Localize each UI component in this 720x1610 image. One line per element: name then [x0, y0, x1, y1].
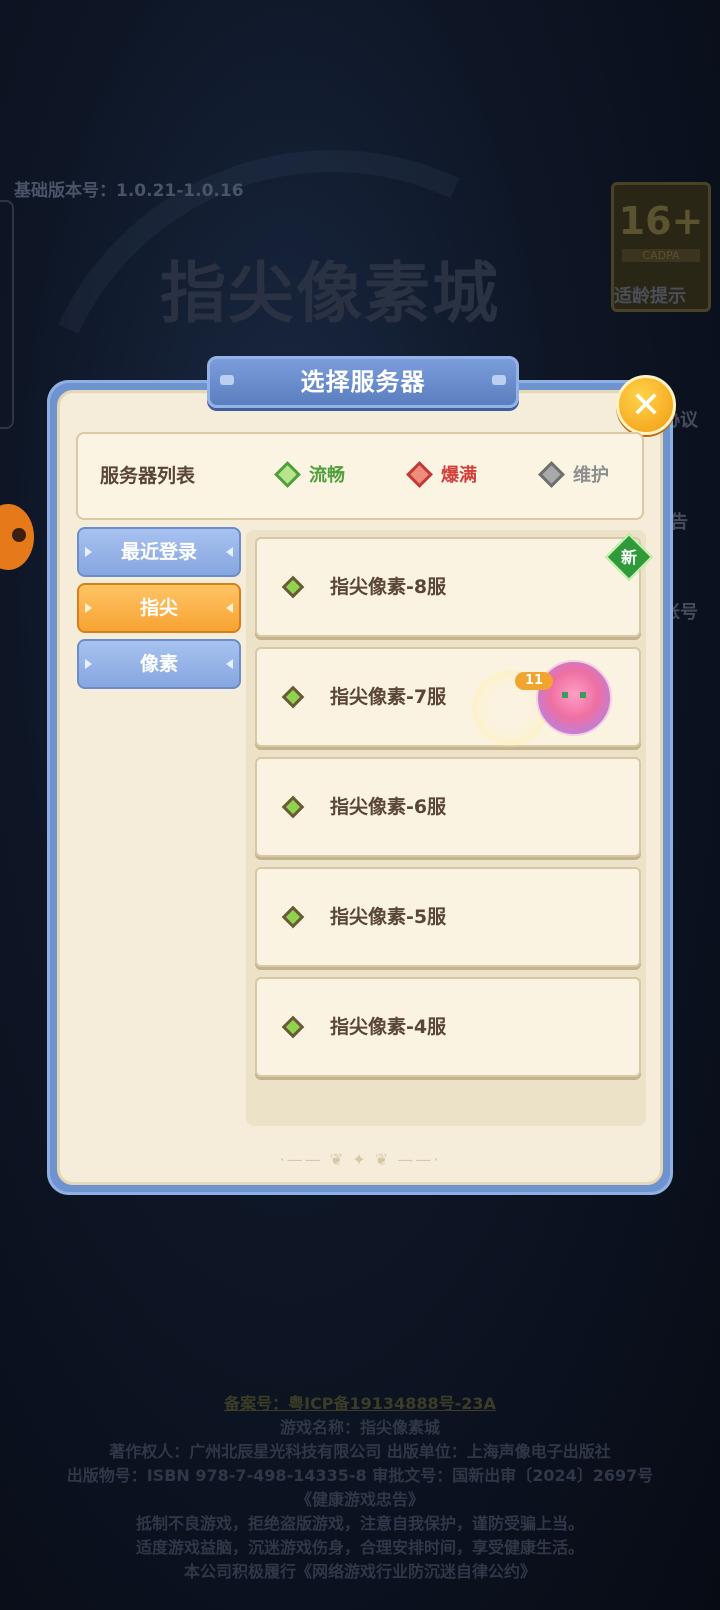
tab-arrow-right-icon: [226, 659, 233, 669]
server-item[interactable]: 指尖像素-4服: [255, 977, 641, 1077]
status-smooth-icon: [281, 685, 305, 709]
footer-icp[interactable]: 备案号：粤ICP备19134888号-23A: [0, 1392, 720, 1416]
dialog-title: 选择服务器: [300, 368, 426, 396]
footer-line: 著作权人：广州北辰星光科技有限公司 出版单位：上海声像电子出版社: [109, 1442, 611, 1461]
footer-line: 游戏名称：指尖像素城: [279, 1418, 440, 1437]
server-name: 指尖像素-4服: [330, 1016, 447, 1038]
tab-arrow-right-icon: [226, 603, 233, 613]
server-item[interactable]: 指尖像素-8服: [255, 537, 641, 637]
status-smooth-icon: [281, 575, 305, 599]
footer-line: 抵制不良游戏，拒绝盗版游戏，注意自我保护，谨防受骗上当。: [135, 1514, 584, 1533]
tab-label: 指尖: [139, 597, 178, 619]
dialog-title-banner: 选择服务器: [207, 356, 519, 408]
character-avatar: [536, 660, 612, 736]
avatar-eye-right: [580, 692, 586, 698]
status-smooth-icon: [281, 795, 305, 819]
legend-maintenance-label: 维护: [573, 465, 609, 486]
age-tip-label[interactable]: 适龄提示: [614, 282, 686, 308]
version-label: 基础版本号：1.0.21-1.0.16: [14, 181, 244, 201]
legend-smooth-label: 流畅: [309, 465, 345, 486]
tab-arrow-left-icon: [85, 603, 92, 613]
footer-line: 《健康游戏忠告》: [295, 1490, 424, 1509]
age-rating-number: 16+: [618, 199, 704, 243]
tab-recent-login[interactable]: 最近登录: [77, 527, 241, 577]
footer-line: 出版物号：ISBN 978-7-498-14335-8 审批文号：国新出审〔20…: [66, 1466, 654, 1485]
legend-title: 服务器列表: [100, 465, 196, 487]
character-level-badge: 11: [515, 672, 553, 690]
side-panel-edge: [0, 200, 14, 429]
close-button[interactable]: ✕: [616, 375, 676, 435]
status-smooth-icon: [281, 1015, 305, 1039]
age-rating-org: CADPA: [622, 249, 700, 262]
tab-label: 最近登录: [120, 541, 197, 563]
legend-maintenance: 维护: [538, 434, 609, 518]
server-name: 指尖像素-6服: [330, 796, 447, 818]
diamond-gray-icon: [538, 460, 565, 488]
server-item[interactable]: 指尖像素-5服: [255, 867, 641, 967]
tab-arrow-left-icon: [85, 659, 92, 669]
status-smooth-icon: [281, 905, 305, 929]
diamond-red-icon: [406, 460, 433, 488]
footer-legal: 备案号：粤ICP备19134888号-23A 游戏名称：指尖像素城 著作权人：广…: [0, 1392, 720, 1584]
diamond-green-icon: [274, 460, 301, 488]
tab-label: 像素: [139, 653, 178, 675]
tab-zhijian[interactable]: 指尖: [77, 583, 241, 633]
new-badge-label: 新: [620, 548, 637, 567]
server-name: 指尖像素-5服: [330, 906, 447, 928]
server-name: 指尖像素-7服: [330, 686, 447, 708]
server-item[interactable]: 指尖像素-6服: [255, 757, 641, 857]
tab-arrow-right-icon: [226, 547, 233, 557]
avatar-eye-left: [562, 692, 568, 698]
legend-full-label: 爆满: [441, 465, 477, 486]
footer-line: 适度游戏益脑，沉迷游戏伤身，合理安排时间，享受健康生活。: [135, 1538, 584, 1557]
banner-cap-right: [492, 375, 506, 385]
game-logo: 指尖像素城: [160, 255, 500, 332]
banner-cap-left: [220, 375, 234, 385]
server-legend: 服务器列表 流畅 爆满 维护: [76, 432, 644, 520]
legend-smooth: 流畅: [274, 434, 345, 518]
footer-line: 本公司积极履行《网络游戏行业防沉迷自律公约》: [183, 1562, 536, 1581]
dialog-ornament: ·—— ❦ ✦ ❦ ——·: [279, 1150, 441, 1169]
tab-arrow-left-icon: [85, 547, 92, 557]
tab-xiangsu[interactable]: 像素: [77, 639, 241, 689]
legend-full: 爆满: [406, 434, 477, 518]
server-name: 指尖像素-8服: [330, 576, 447, 598]
mascot-icon[interactable]: [0, 504, 34, 570]
close-icon: ✕: [630, 384, 662, 426]
